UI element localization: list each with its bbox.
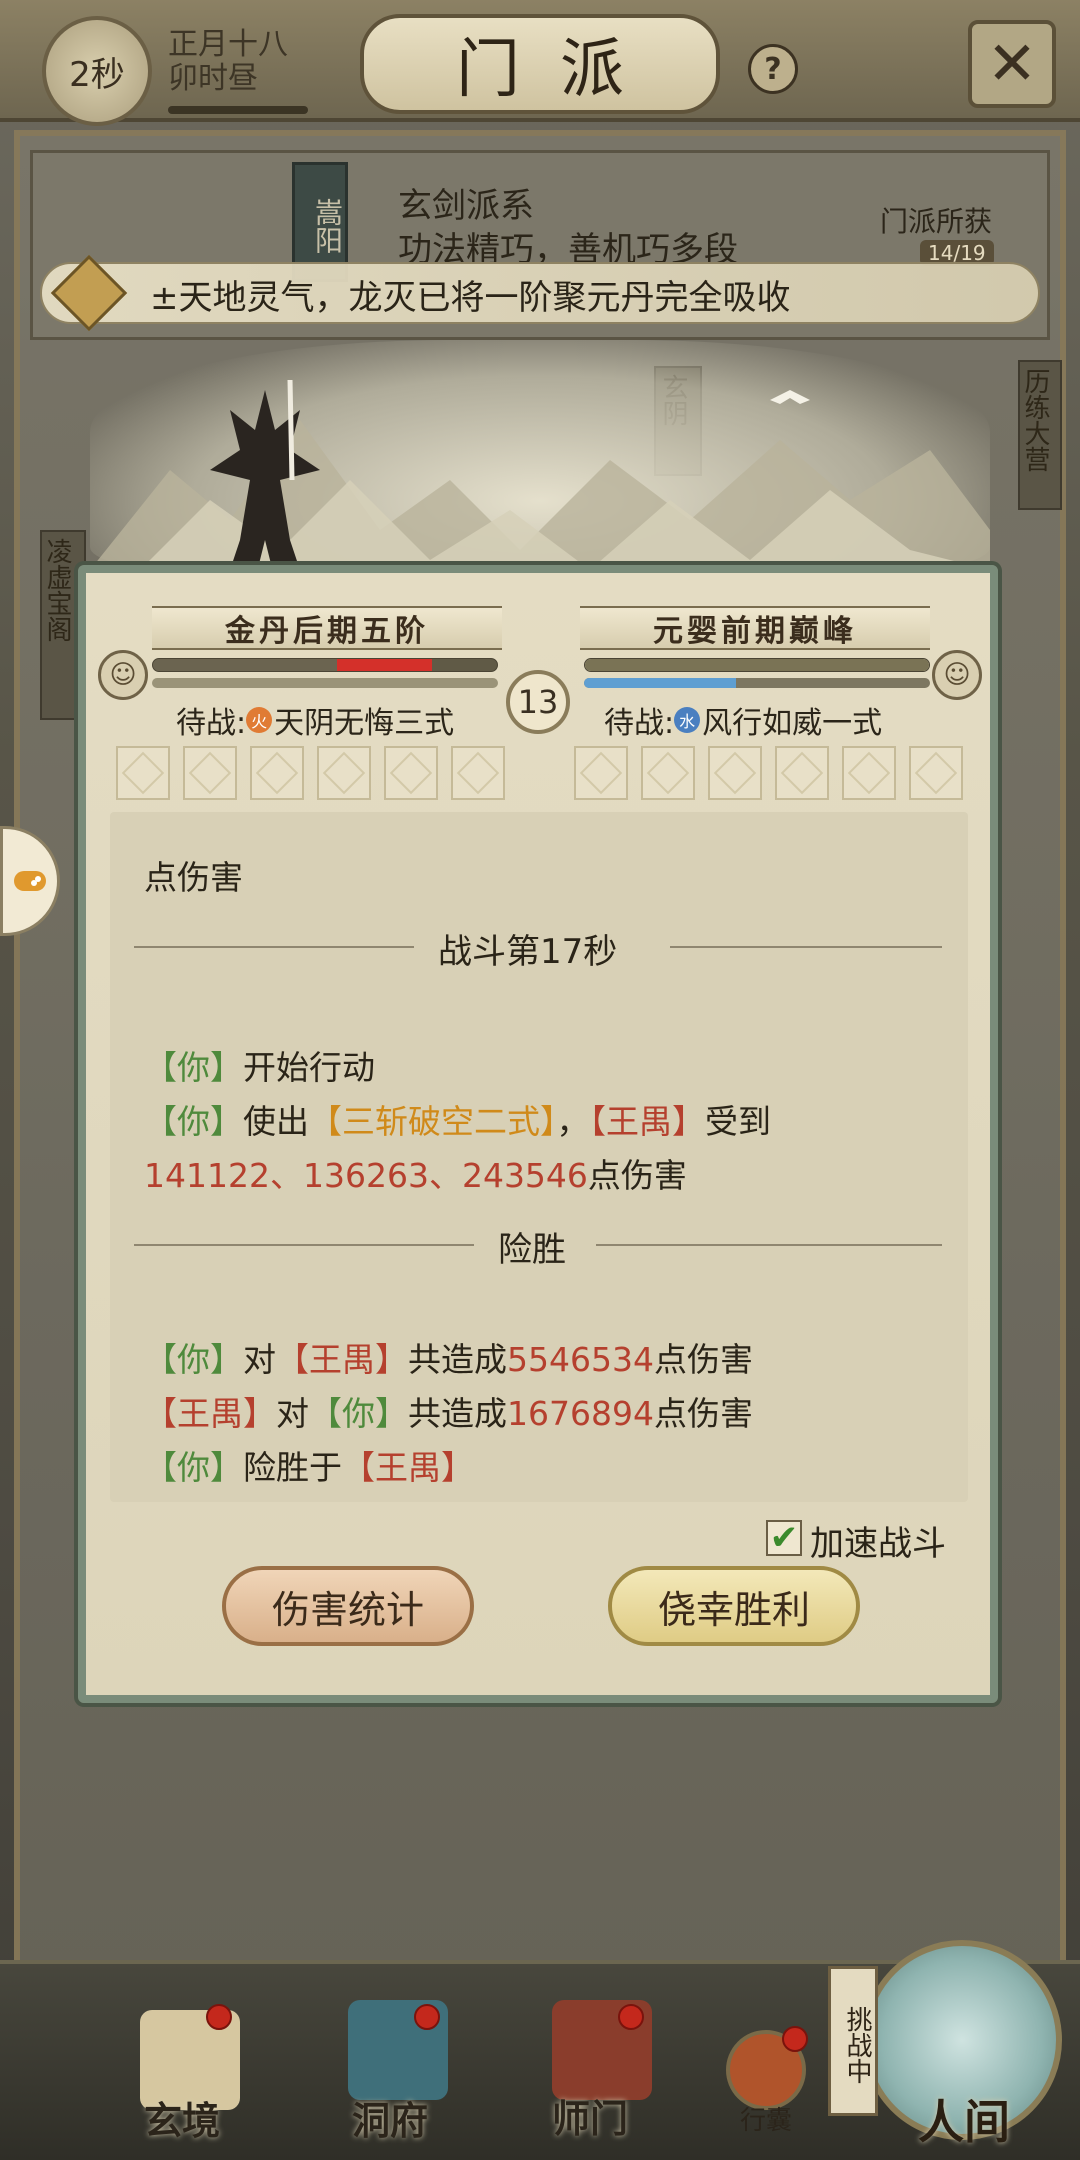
right-hp-fill	[585, 659, 929, 671]
timer-badge: 2秒	[42, 16, 152, 126]
notification-dot	[414, 2004, 440, 2030]
question-icon[interactable]: ?	[748, 44, 798, 94]
log-partial-line: 点伤害	[144, 858, 243, 897]
left-mp-bar	[152, 678, 498, 688]
nav-item-xingnang[interactable]: 行囊	[726, 2026, 808, 2136]
log-line: 【你】使出【三斩破空二式】，【王禺】受到	[144, 1102, 771, 1141]
nav-item-xuanjing[interactable]: 玄境	[140, 2004, 240, 2143]
slot[interactable]	[116, 746, 170, 800]
nav-item-dongfu[interactable]: 洞府	[348, 2000, 448, 2143]
sect-series: 玄剑派系	[398, 186, 534, 226]
divider	[670, 946, 942, 948]
left-slots	[116, 746, 505, 800]
nav-label[interactable]: 人间	[918, 2086, 1010, 2152]
notification-dot	[618, 2004, 644, 2030]
log-line: 【王禺】对【你】共造成1676894点伤害	[144, 1394, 753, 1433]
lunar-date: 正月十八	[168, 27, 288, 62]
fire-element-icon: 火	[246, 707, 273, 733]
close-icon[interactable]: ✕	[968, 20, 1056, 108]
day-progress-bar	[168, 106, 308, 114]
log-line: 【你】对【王禺】共造成5546534点伤害	[144, 1340, 753, 1379]
nav-label: 玄境	[144, 2098, 221, 2143]
slot[interactable]	[842, 746, 896, 800]
notification-dot	[206, 2004, 232, 2030]
lunar-calendar: 正月十八 卯时昼	[168, 28, 288, 96]
right-waiting-skill: 待战: 水 风行如威一式	[604, 698, 882, 742]
nav-label: 师门	[552, 2096, 629, 2141]
slot[interactable]	[183, 746, 237, 800]
round-header: 战斗第17秒	[438, 932, 618, 972]
slot[interactable]	[317, 746, 371, 800]
left-hp-fill	[153, 659, 432, 671]
left-avatar-icon[interactable]: ☺	[98, 650, 148, 700]
right-skill-name: 风行如威一式	[702, 706, 883, 741]
divider	[134, 1244, 474, 1246]
left-rank-plate: 金丹后期五阶	[152, 606, 502, 650]
result-header: 险胜	[498, 1230, 566, 1270]
water-element-icon: 水	[674, 707, 701, 733]
victory-confirm-button[interactable]: 侥幸胜利	[608, 1566, 860, 1646]
slot[interactable]	[909, 746, 963, 800]
slot[interactable]	[384, 746, 438, 800]
battle-log[interactable]: 点伤害 战斗第17秒 【你】开始行动 【你】使出【三斩破空二式】，【王禺】受到 …	[110, 812, 968, 1502]
slot[interactable]	[775, 746, 829, 800]
right-rank-plate: 元婴前期巅峰	[580, 606, 930, 650]
slot[interactable]	[574, 746, 628, 800]
speed-label[interactable]: 加速战斗	[810, 1516, 946, 1565]
page-title: 门派	[360, 14, 720, 114]
challenge-tag: 挑战中	[828, 1966, 878, 2116]
side-label-right-edge[interactable]: 历练大营	[1018, 360, 1062, 510]
right-mp-bar	[584, 678, 930, 688]
left-waiting-skill: 待战: 火 天阴无悔三式	[176, 698, 454, 742]
log-line: 【你】开始行动	[144, 1048, 375, 1087]
right-waiting-label: 待战:	[604, 706, 675, 741]
speed-checkbox[interactable]: ✔	[766, 1518, 802, 1558]
left-hp-bar	[152, 658, 498, 672]
divider	[134, 946, 414, 948]
notification-text: ±天地灵气，龙灭已将一阶聚元丹完全吸收	[150, 278, 791, 318]
time-of-day: 卯时昼	[168, 61, 258, 96]
slot[interactable]	[451, 746, 505, 800]
notification-dot	[782, 2026, 808, 2052]
right-hp-bar	[584, 658, 930, 672]
left-skill-name: 天阴无悔三式	[274, 706, 455, 741]
nav-label: 洞府	[352, 2098, 429, 2143]
nav-item-shimen[interactable]: 师门	[552, 2000, 652, 2141]
sect-reward-label[interactable]: 门派所获	[880, 200, 992, 240]
divider	[596, 1244, 942, 1246]
round-counter: 13	[506, 670, 570, 734]
right-slots	[574, 746, 963, 800]
slot[interactable]	[250, 746, 304, 800]
log-line: 141122、136263、243546点伤害	[144, 1156, 687, 1195]
nav-label: 行囊	[740, 2106, 793, 2136]
log-line: 【你】险胜于【王禺】	[144, 1448, 474, 1487]
left-waiting-label: 待战:	[176, 706, 247, 741]
right-avatar-icon[interactable]: ☺	[932, 650, 982, 700]
damage-stats-button[interactable]: 伤害统计	[222, 1566, 474, 1646]
slot[interactable]	[708, 746, 762, 800]
slot[interactable]	[641, 746, 695, 800]
left-mp-fill	[152, 678, 498, 688]
right-mp-fill	[584, 678, 737, 688]
